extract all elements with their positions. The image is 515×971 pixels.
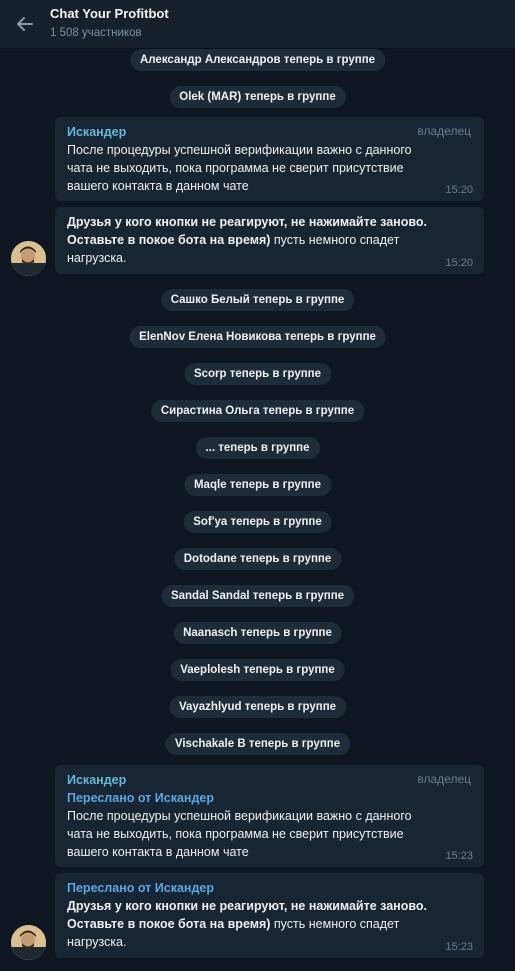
join-event: Maqle теперь в группе (183, 474, 332, 496)
sender-name[interactable]: Искандер (67, 771, 472, 789)
message-time: 15:23 (445, 850, 473, 862)
member-count: 1 508 участников (50, 27, 142, 39)
user-avatar[interactable] (11, 241, 46, 276)
role-badge: владелец (417, 124, 471, 138)
message-feed: Александр Александров теперь в группе Ol… (0, 0, 515, 971)
sender-name[interactable]: Искандер (67, 123, 472, 141)
join-event: Sof'ya теперь в группе (183, 511, 332, 533)
join-event: Сирастина Ольга теперь в группе (150, 400, 365, 422)
join-event: ElenNov Елена Новикова теперь в группе (129, 326, 386, 348)
join-event: Olek (MAR) теперь в группе (169, 86, 346, 108)
join-event: Naanasch теперь в группе (173, 622, 342, 644)
join-event: Vaeplolesh теперь в группе (170, 659, 345, 681)
user-avatar[interactable] (11, 925, 46, 960)
join-event: Александр Александров теперь в группе (129, 49, 386, 71)
chat-header: Chat Your Profitbot 1 508 участников (0, 0, 515, 49)
message-text: После процедуры успешной верификации важ… (67, 143, 412, 193)
message-time: 15:23 (445, 941, 473, 953)
avatar-image (11, 241, 46, 276)
message-time: 15:20 (445, 184, 473, 196)
avatar-image (11, 925, 46, 960)
join-event: ... теперь в группе (195, 437, 320, 459)
message-bubble[interactable]: Друзья у кого кнопки не реагируют, не на… (55, 207, 484, 274)
forwarded-from[interactable]: Переслано от Искандер (67, 879, 472, 897)
join-event: Vayazhlyud теперь в группе (168, 696, 347, 718)
message-text: Друзья у кого кнопки не реагируют, не на… (67, 897, 472, 951)
message-bubble[interactable]: Искандер владелец Переслано от Искандер … (55, 765, 484, 867)
message-bubble[interactable]: Переслано от Искандер Друзья у кого кноп… (55, 873, 484, 958)
message-bubble[interactable]: Искандер владелец После процедуры успешн… (55, 117, 484, 201)
message-text: После процедуры успешной верификации важ… (67, 809, 412, 859)
message-time: 15:20 (445, 257, 473, 269)
forwarded-from[interactable]: Переслано от Искандер (67, 789, 472, 807)
back-button[interactable] (10, 9, 40, 39)
arrow-left-icon (17, 17, 33, 31)
chat-title[interactable]: Chat Your Profitbot (50, 6, 169, 21)
role-badge: владелец (417, 772, 471, 786)
message-text: Друзья у кого кнопки не реагируют, не на… (67, 213, 472, 267)
join-event: Sandal Sandal теперь в группе (160, 585, 355, 607)
join-event: Scorp теперь в группе (183, 363, 332, 385)
join-event: Dotodane теперь в группе (173, 548, 342, 570)
join-event: Сашко Белый теперь в группе (160, 289, 355, 311)
join-event: Vischakale B теперь в группе (164, 733, 351, 755)
